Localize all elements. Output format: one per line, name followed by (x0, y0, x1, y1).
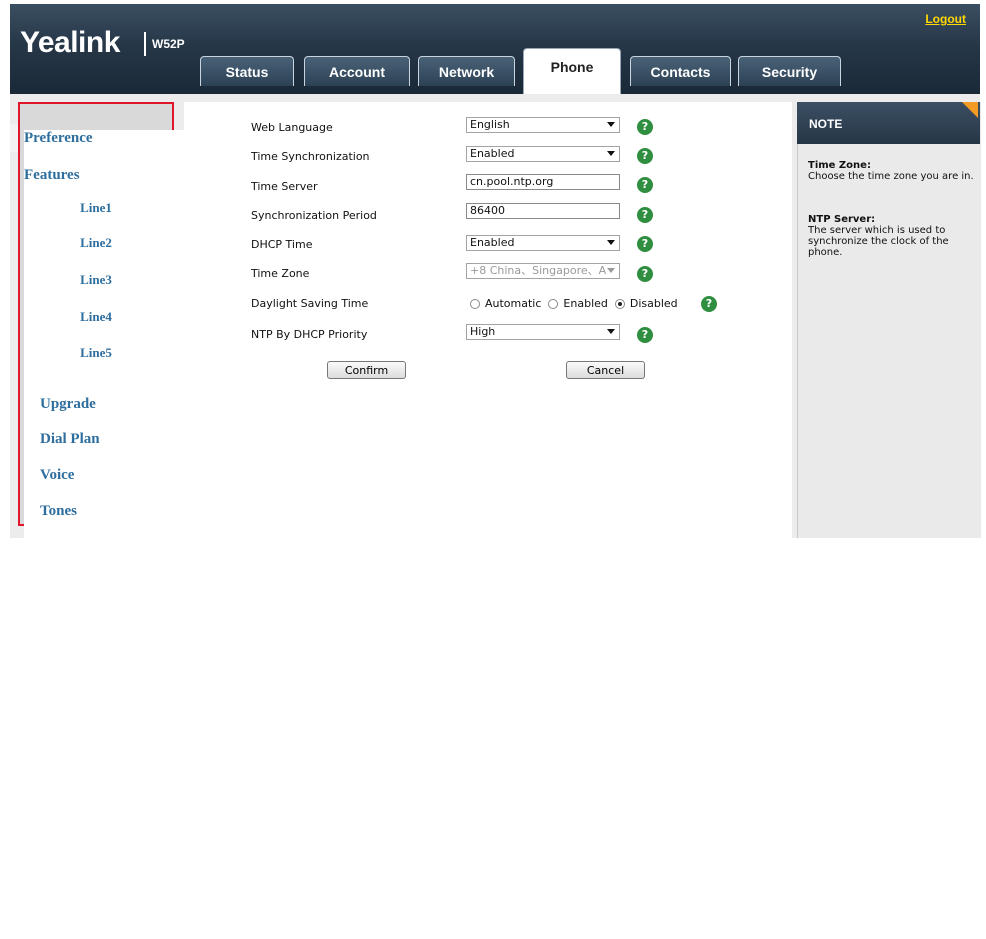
note-title: NOTE (809, 117, 843, 131)
page: Yealink W52P Logout Status Account Netwo… (0, 0, 986, 939)
note-time-zone-heading: Time Zone: (808, 160, 871, 171)
web-language-select[interactable]: English (466, 117, 620, 133)
sidebar-item-line5[interactable]: Line5 (18, 345, 174, 361)
label-time-zone: Time Zone (251, 267, 310, 280)
tab-network[interactable]: Network (418, 56, 515, 86)
time-server-input[interactable]: cn.pool.ntp.org (466, 174, 620, 190)
sidebar-item-line2[interactable]: Line2 (18, 235, 174, 251)
chevron-down-icon (607, 240, 615, 245)
dst-enabled-radio[interactable] (548, 298, 559, 309)
tab-contacts[interactable]: Contacts (630, 56, 731, 86)
dst-disabled-radio[interactable] (614, 298, 625, 309)
sidebar-item-line3[interactable]: Line3 (18, 272, 174, 288)
note-time-zone: Time Zone: Choose the time zone you are … (808, 160, 978, 182)
note-corner-flag (962, 102, 978, 118)
help-icon[interactable]: ? (637, 148, 653, 164)
logout-link[interactable]: Logout (925, 12, 966, 26)
time-zone-select[interactable]: +8 China、Singapore、A (466, 263, 620, 279)
note-time-zone-text: Choose the time zone you are in. (808, 171, 974, 182)
sidebar-item-line4[interactable]: Line4 (18, 309, 174, 325)
label-time-server: Time Server (251, 180, 318, 193)
help-icon[interactable]: ? (637, 236, 653, 252)
tab-status[interactable]: Status (200, 56, 294, 86)
label-time-sync: Time Synchronization (251, 150, 370, 163)
ntp-dhcp-priority-value: High (470, 325, 496, 338)
time-sync-select[interactable]: Enabled (466, 146, 620, 162)
sidebar-item-line1[interactable]: Line1 (18, 200, 174, 216)
note-ntp-text: The server which is used to synchronize … (808, 225, 949, 258)
sync-period-value: 86400 (470, 204, 505, 217)
cancel-button[interactable]: Cancel (566, 361, 645, 379)
note-ntp-heading: NTP Server: (808, 214, 876, 225)
label-web-language: Web Language (251, 121, 333, 134)
tab-phone[interactable]: Phone (523, 48, 621, 94)
dst-automatic-radio[interactable] (470, 298, 480, 309)
dst-automatic-label: Automatic (485, 297, 542, 310)
label-dhcp-time: DHCP Time (251, 238, 313, 251)
label-dst: Daylight Saving Time (251, 297, 369, 310)
settings-panel (184, 102, 792, 538)
model-label: W52P (152, 37, 185, 51)
help-icon[interactable]: ? (637, 119, 653, 135)
help-icon[interactable]: ? (637, 207, 653, 223)
web-language-value: English (470, 118, 510, 131)
sidebar-item-tones[interactable]: Tones (40, 503, 648, 939)
label-sync-period: Synchronization Period (251, 209, 377, 222)
tab-security[interactable]: Security (738, 56, 841, 86)
sync-period-input[interactable]: 86400 (466, 203, 620, 219)
dhcp-time-select[interactable]: Enabled (466, 235, 620, 251)
label-ntp-dhcp-priority: NTP By DHCP Priority (251, 328, 368, 341)
confirm-button[interactable]: Confirm (327, 361, 406, 379)
help-icon[interactable]: ? (637, 266, 653, 282)
tab-account[interactable]: Account (304, 56, 410, 86)
dst-radio-group: Automatic Enabled Disabled (470, 297, 685, 310)
time-sync-value: Enabled (470, 147, 515, 160)
help-icon[interactable]: ? (637, 327, 653, 343)
note-ntp-server: NTP Server: The server which is used to … (808, 214, 978, 258)
time-zone-value: +8 China、Singapore、A (470, 264, 607, 277)
ntp-dhcp-priority-select[interactable]: High (466, 324, 620, 340)
chevron-down-icon (607, 122, 615, 127)
help-icon[interactable]: ? (701, 296, 717, 312)
dst-enabled-label: Enabled (563, 297, 608, 310)
dhcp-time-value: Enabled (470, 236, 515, 249)
chevron-down-icon (607, 268, 615, 273)
chevron-down-icon (607, 151, 615, 156)
brand-logo: Yealink (20, 26, 120, 59)
time-server-value: cn.pool.ntp.org (470, 175, 554, 188)
help-icon[interactable]: ? (637, 177, 653, 193)
dst-disabled-label: Disabled (629, 297, 678, 310)
logo-divider (144, 32, 146, 56)
chevron-down-icon (607, 329, 615, 334)
